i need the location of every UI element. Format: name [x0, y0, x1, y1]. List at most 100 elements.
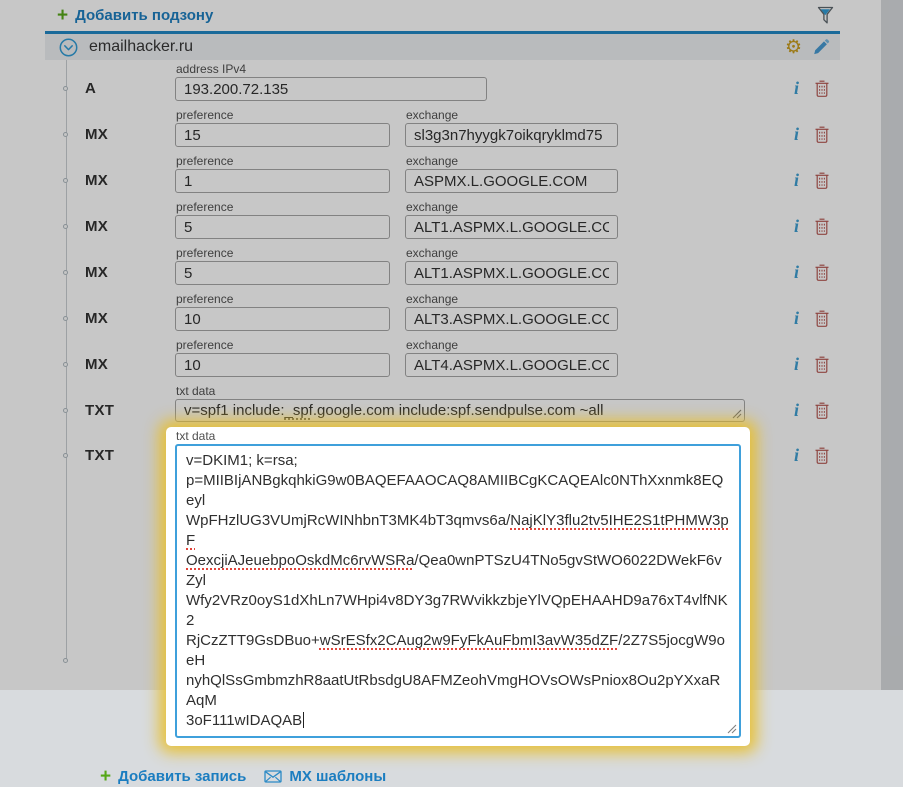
info-icon[interactable]: i: [794, 127, 799, 141]
info-icon[interactable]: i: [794, 357, 799, 371]
zone-edit-pencil-icon[interactable]: [811, 37, 831, 57]
mx-preference-input[interactable]: [175, 353, 390, 377]
record-field: exchange: [405, 247, 618, 285]
tree-node-icon: [63, 224, 68, 229]
info-icon[interactable]: i: [794, 265, 799, 279]
mx-preference-input[interactable]: [175, 215, 390, 239]
info-icon[interactable]: i: [794, 173, 799, 187]
record-fields: preference exchange: [175, 109, 840, 147]
record-field: txt datav=DKIM1; k=rsa; p=MIIBIjANBgkqhk…: [166, 427, 750, 746]
add-record-button[interactable]: + Добавить запись: [100, 768, 246, 785]
record-type: MX: [85, 310, 108, 327]
tree-node-icon: [63, 86, 68, 91]
resize-grip[interactable]: [732, 409, 742, 419]
mx-preference-input[interactable]: [175, 169, 390, 193]
zone-header[interactable]: emailhacker.ru ⚙: [45, 31, 840, 60]
plus-icon: +: [57, 9, 68, 23]
field-label: txt data: [176, 430, 741, 443]
delete-record-icon[interactable]: [814, 171, 830, 189]
record-fields: preferenceexchange: [175, 155, 840, 193]
field-label: preference: [176, 339, 390, 352]
txt-txt-data-textarea[interactable]: v=spf1 include:_spf.google.com include:s…: [175, 399, 745, 422]
mx-exchange-input[interactable]: [405, 215, 618, 239]
record-field: preference: [175, 109, 390, 147]
tree-node-icon: [63, 316, 68, 321]
a-address-ipv4-input[interactable]: [175, 77, 487, 101]
text-caret: [303, 712, 304, 728]
add-subzone-button[interactable]: + Добавить подзону: [57, 7, 213, 24]
zone-body: A address IPv4 i MX preference exchange i: [45, 60, 840, 687]
collapse-chevron-icon[interactable]: [59, 38, 78, 57]
field-label: exchange: [406, 201, 618, 214]
text-content: v=spf1 include:_spf.google.com include:s…: [184, 402, 603, 419]
zone-settings-icon[interactable]: ⚙: [785, 38, 802, 57]
resize-grip[interactable]: [710, 724, 737, 734]
delete-record-icon[interactable]: [814, 401, 830, 419]
record-fields: preference exchange: [175, 339, 840, 377]
content-panel: + Добавить подзону emailhacker.ru ⚙: [0, 0, 881, 690]
zone-header-actions: ⚙: [785, 37, 831, 57]
add-record-label: Добавить запись: [118, 768, 246, 785]
delete-record-icon[interactable]: [814, 355, 830, 373]
record-field: exchange: [405, 109, 618, 147]
mx-preference-input[interactable]: [175, 123, 390, 147]
info-icon[interactable]: i: [794, 403, 799, 417]
record-field: preference: [175, 339, 390, 377]
delete-record-icon[interactable]: [814, 309, 830, 327]
tree-node-icon: [63, 178, 68, 183]
records-list: A address IPv4 i MX preference exchange i: [45, 60, 840, 754]
envelope-icon: [264, 770, 282, 783]
record-type: MX: [85, 172, 108, 189]
mx-exchange-input[interactable]: [405, 261, 618, 285]
field-label: exchange: [406, 293, 618, 306]
mx-exchange-input[interactable]: [405, 353, 618, 377]
tree-end-node: [63, 658, 68, 663]
delete-record-icon[interactable]: [814, 217, 830, 235]
mx-exchange-input[interactable]: [405, 307, 618, 331]
tree-node-icon: [63, 453, 68, 458]
record-fields: preferenceexchange: [175, 247, 840, 285]
record-row: A address IPv4 i: [45, 60, 840, 106]
field-label: preference: [176, 201, 390, 214]
record-fields: txt datav=DKIM1; k=rsa; p=MIIBIjANBgkqhk…: [175, 430, 840, 738]
field-label: exchange: [406, 339, 618, 352]
add-subzone-label: Добавить подзону: [75, 7, 213, 24]
delete-record-icon[interactable]: [814, 79, 830, 97]
record-row: TXT txt datav=DKIM1; k=rsa; p=MIIBIjANBg…: [45, 427, 840, 754]
delete-record-icon[interactable]: [814, 125, 830, 143]
delete-record-icon[interactable]: [814, 263, 830, 281]
tree-node-icon: [63, 132, 68, 137]
mx-templates-button[interactable]: MX шаблоны: [264, 768, 386, 785]
info-icon[interactable]: i: [794, 219, 799, 233]
mx-preference-input[interactable]: [175, 307, 390, 331]
record-actions: i: [794, 263, 830, 281]
record-type: MX: [85, 218, 108, 235]
record-field: address IPv4: [175, 63, 487, 101]
record-row: TXT txt data v=spf1 include:_spf.google.c…: [45, 382, 840, 427]
record-row: MX preferenceexchange i: [45, 152, 840, 198]
tree-node-icon: [63, 362, 68, 367]
info-icon[interactable]: i: [794, 448, 799, 462]
info-icon[interactable]: i: [794, 311, 799, 325]
record-row: MX preferenceexchange i: [45, 106, 840, 152]
info-icon[interactable]: i: [794, 81, 799, 95]
field-label: txt data: [176, 385, 745, 398]
mx-templates-label: MX шаблоны: [289, 768, 386, 785]
zone-title: emailhacker.ru: [89, 38, 193, 56]
record-field: preference: [175, 201, 390, 239]
record-row: MX preference exchange i: [45, 336, 840, 382]
record-type: MX: [85, 356, 108, 373]
record-actions: i: [794, 355, 830, 373]
txt-txt-data-textarea[interactable]: v=DKIM1; k=rsa; p=MIIBIjANBgkqhkiG9w0BAQ…: [175, 444, 741, 738]
mx-exchange-input[interactable]: [405, 169, 618, 193]
mx-preference-input[interactable]: [175, 261, 390, 285]
mx-exchange-input[interactable]: [405, 123, 618, 147]
record-field: preference: [175, 293, 390, 331]
record-field: txt data v=spf1 include:_spf.google.com i…: [175, 385, 745, 422]
record-fields: txt data v=spf1 include:_spf.google.com i…: [175, 385, 840, 422]
delete-record-icon[interactable]: [814, 446, 830, 464]
record-type: TXT: [85, 402, 114, 419]
field-label: exchange: [406, 155, 618, 168]
filter-icon[interactable]: [817, 6, 834, 25]
plus-icon: +: [100, 770, 111, 784]
